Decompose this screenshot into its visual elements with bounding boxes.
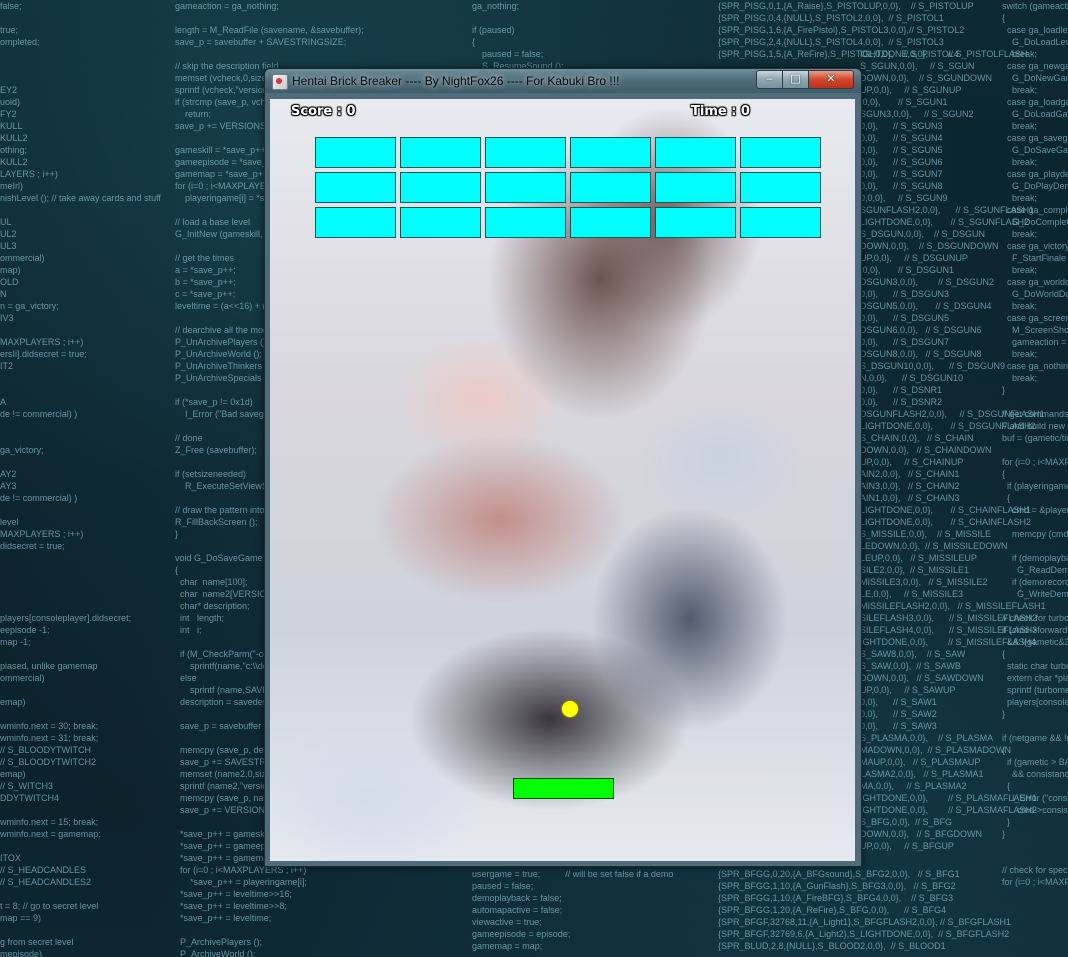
brick [315,137,396,168]
brick [485,207,566,238]
ball [561,700,579,718]
game-window: Hentai Brick Breaker ---- By NightFox26 … [264,68,862,867]
brick [570,207,651,238]
brick [740,172,821,203]
window-title: Hentai Brick Breaker ---- By NightFox26 … [292,74,620,88]
brick [655,207,736,238]
brick [400,137,481,168]
paddle[interactable] [513,778,614,799]
close-button[interactable]: ✕ [808,70,854,89]
background-code-text: false; true; ompleted; EY2 uoid) FY2 KUL… [0,1,161,957]
game-canvas[interactable]: Score : 0 Time : 0 [270,99,855,861]
brick [315,207,396,238]
brick [315,172,396,203]
background-code-text: gameaction = ga_nothing; length = M_Read… [175,1,482,957]
background-code-text: switch (gameaction) { case ga_loadlevel:… [1002,1,1068,887]
brick [400,207,481,238]
brick [485,172,566,203]
brick [400,172,481,203]
background-code-text: ga_nothing; if (paused) { paused = false… [472,1,564,71]
score-display: Score : 0 [291,104,356,119]
window-titlebar[interactable]: Hentai Brick Breaker ---- By NightFox26 … [265,69,861,93]
java-app-icon[interactable] [272,74,288,90]
time-display: Time : 0 [691,104,750,119]
brick [740,207,821,238]
brick [655,172,736,203]
minimize-icon: ‒ [766,72,773,85]
brick [570,172,651,203]
maximize-button[interactable]: □ [782,70,809,89]
close-icon: ✕ [826,72,836,85]
maximize-icon: □ [790,72,801,85]
brick [570,137,651,168]
brick [740,137,821,168]
brick [485,137,566,168]
brick [655,137,736,168]
background-code-text: {SPR_BFGG,0,20,{A_BFGsound},S_BFG2,0,0},… [718,869,1011,951]
minimize-button[interactable]: ‒ [756,70,783,89]
background-code-text: usergame = true; // will be set false if… [472,869,674,951]
